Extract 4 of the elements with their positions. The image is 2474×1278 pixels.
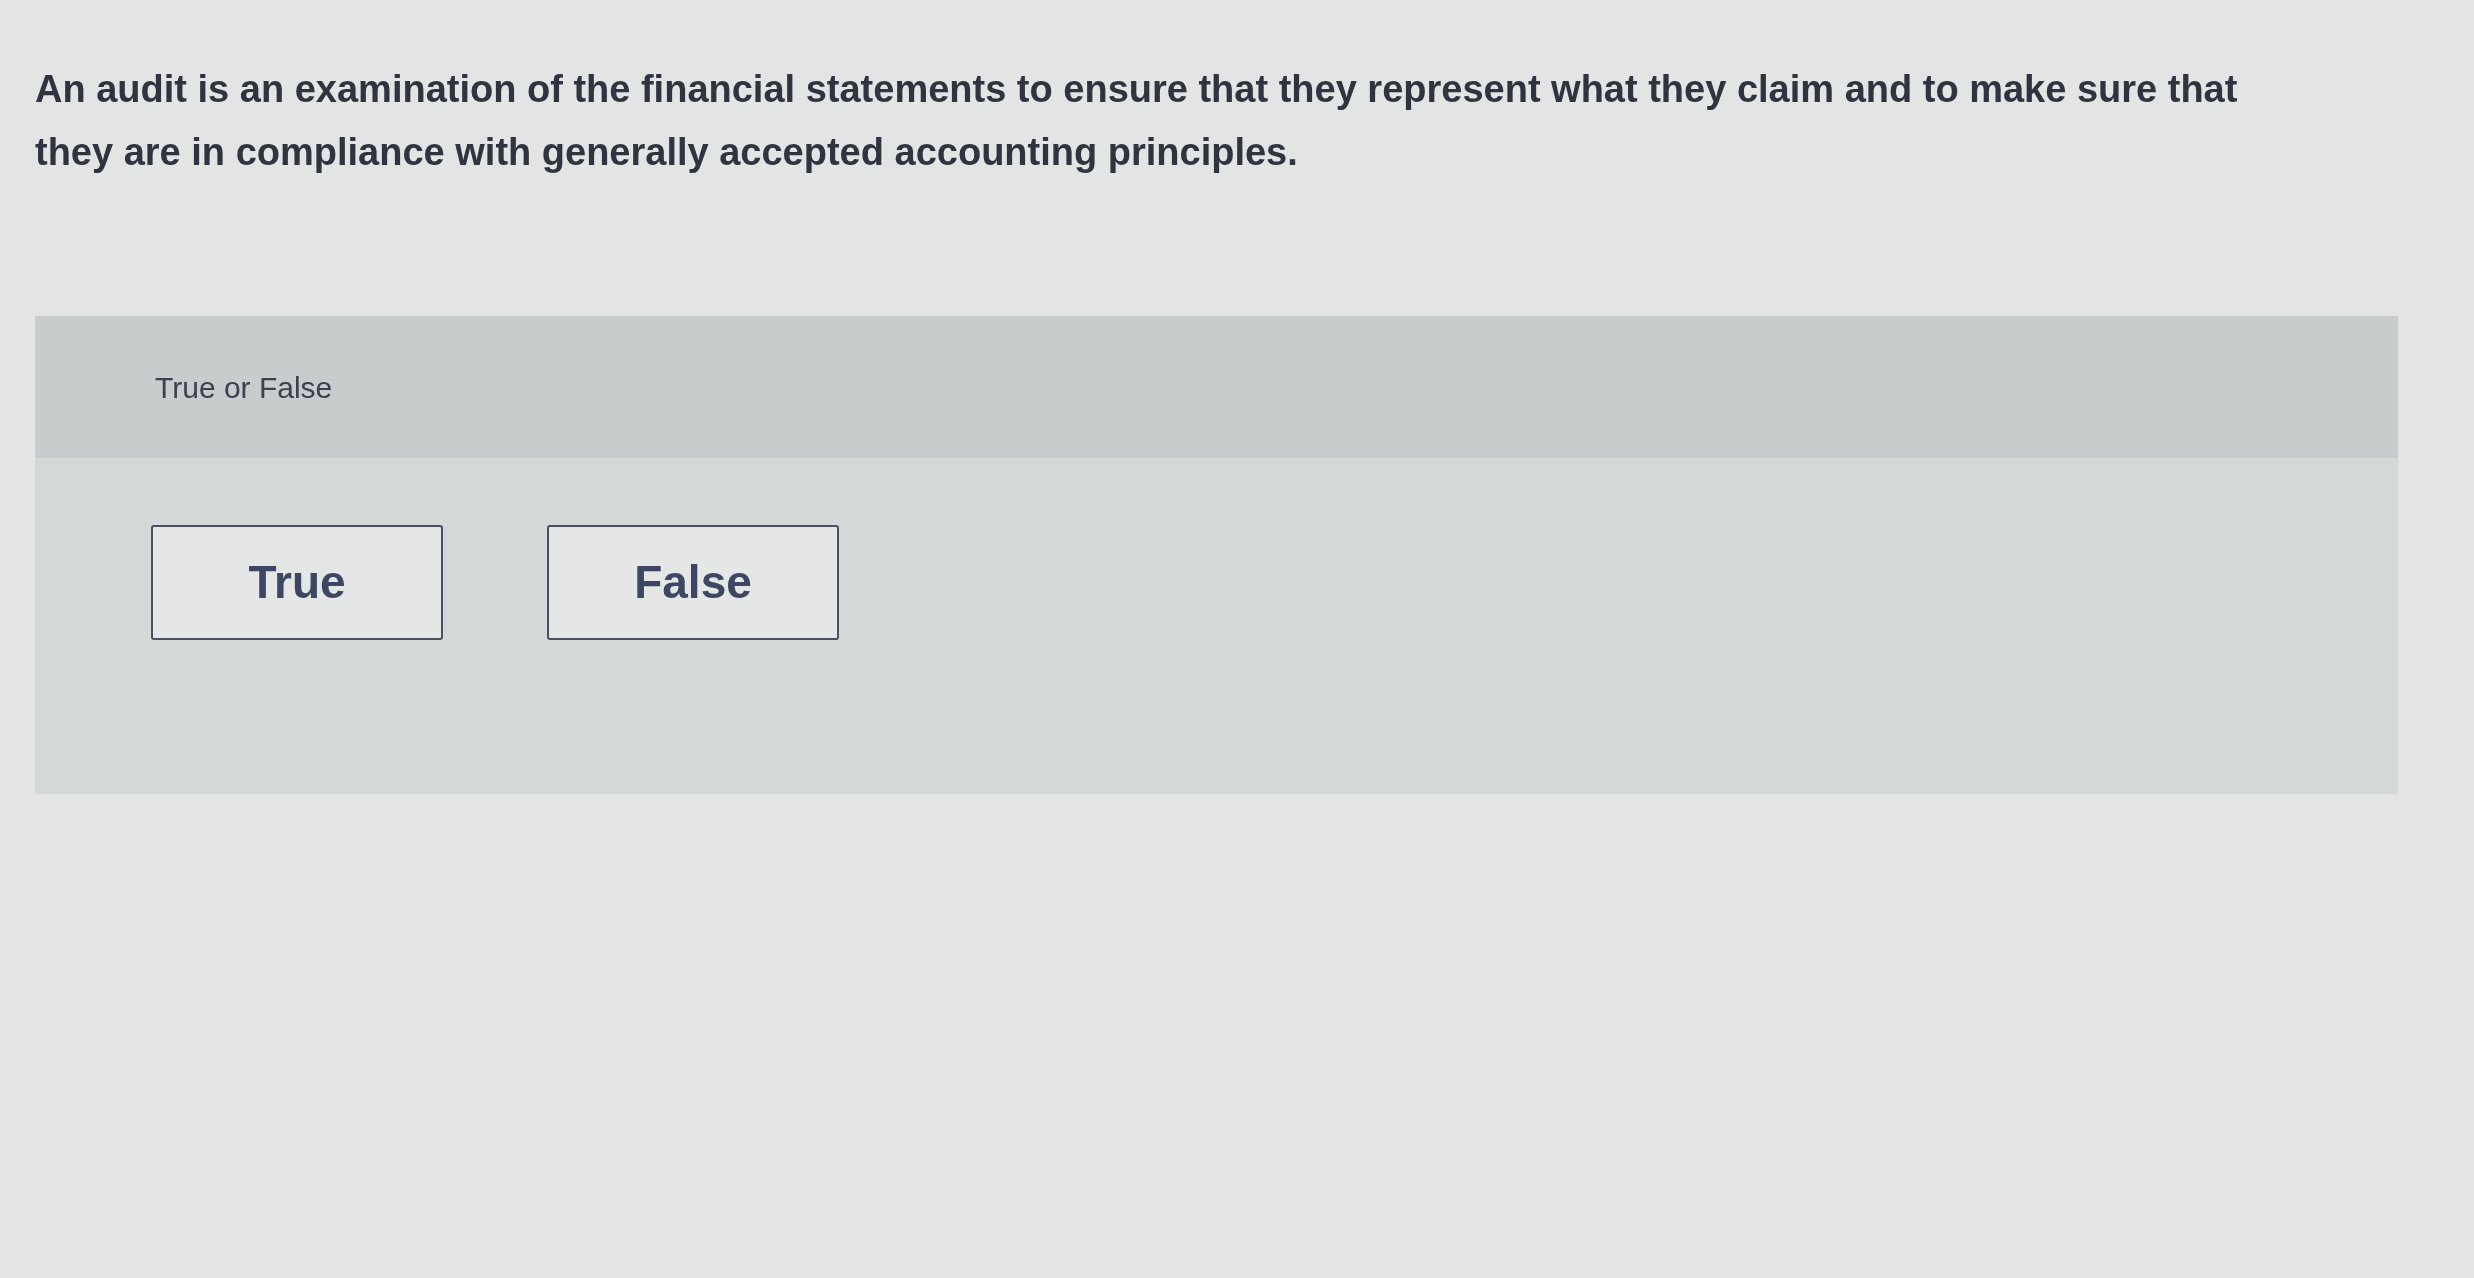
answer-option[interactable]: False: [547, 525, 839, 640]
question-text: An audit is an examination of the financial statements to ensure that they represent what they claim and to make sure that they are in compliance with generally accepted accounting principles.: [35, 67, 2239, 175]
answer-option[interactable]: True: [151, 525, 443, 640]
prompt-text: True or False: [155, 369, 333, 406]
